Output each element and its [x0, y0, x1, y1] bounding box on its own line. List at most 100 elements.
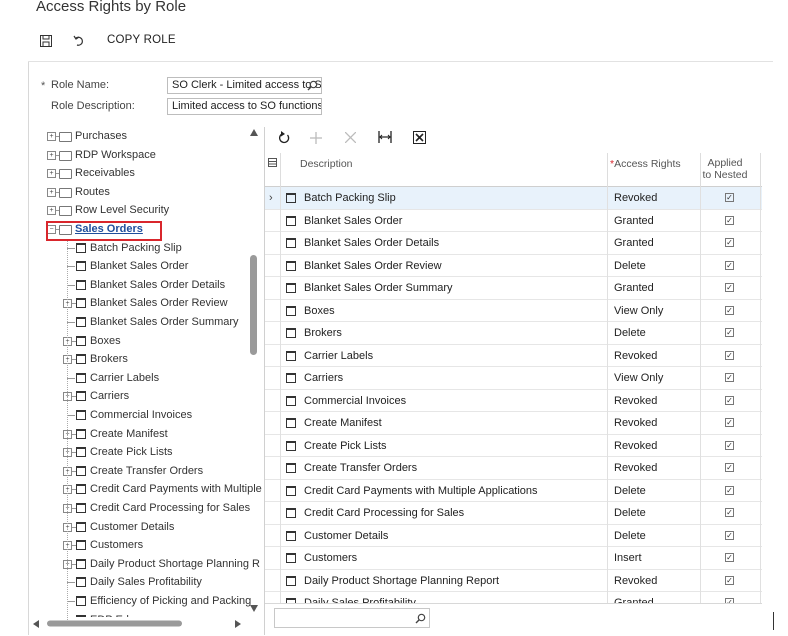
export-excel-icon[interactable]: [413, 131, 426, 144]
applied-to-nested-checkbox[interactable]: ✓: [725, 238, 734, 247]
cell-access-rights[interactable]: Revoked: [614, 390, 699, 412]
applied-to-nested-checkbox[interactable]: ✓: [725, 463, 734, 472]
applied-to-nested-checkbox[interactable]: ✓: [725, 193, 734, 202]
tree-item[interactable]: + Receivables: [29, 164, 262, 182]
cell-description[interactable]: Create Manifest: [304, 412, 604, 434]
cell-access-rights[interactable]: Granted: [614, 592, 699, 603]
tree-item[interactable]: + Row Level Security: [29, 201, 262, 219]
table-row[interactable]: Commercial Invoices Revoked ✓: [265, 390, 762, 412]
cell-access-rights[interactable]: Revoked: [614, 570, 699, 592]
tree-item[interactable]: Efficiency of Picking and Packing: [29, 592, 262, 610]
cell-access-rights[interactable]: Revoked: [614, 187, 699, 209]
undo-button[interactable]: [70, 30, 88, 52]
tree-item[interactable]: Blanket Sales Order: [29, 257, 262, 275]
tree-item[interactable]: Daily Sales Profitability: [29, 573, 262, 591]
expand-icon[interactable]: +: [47, 169, 56, 179]
table-row[interactable]: Carriers View Only ✓: [265, 367, 762, 390]
expand-icon[interactable]: +: [47, 150, 56, 160]
applied-to-nested-checkbox[interactable]: ✓: [725, 215, 734, 225]
tree-item[interactable]: + Create Transfer Orders: [29, 462, 262, 480]
delete-icon[interactable]: [345, 132, 356, 143]
cell-access-rights[interactable]: Granted: [614, 232, 699, 254]
applied-to-nested-checkbox[interactable]: ✓: [725, 508, 734, 517]
tree-item[interactable]: Blanket Sales Order Summary: [29, 313, 262, 331]
tree-item[interactable]: + Customer Details: [29, 518, 262, 536]
cell-access-rights[interactable]: Granted: [614, 210, 699, 232]
table-row[interactable]: Customer Details Delete ✓: [265, 525, 762, 547]
cell-access-rights[interactable]: Revoked: [614, 345, 699, 367]
cell-access-rights[interactable]: Delete: [614, 525, 699, 547]
save-button[interactable]: [37, 30, 55, 52]
applied-to-nested-checkbox[interactable]: ✓: [725, 418, 734, 427]
expand-icon[interactable]: +: [47, 206, 56, 216]
tree-item[interactable]: + Daily Product Shortage Planning R: [29, 555, 262, 573]
tree-item[interactable]: + Brokers: [29, 350, 262, 368]
cell-description[interactable]: Customers: [304, 547, 604, 569]
cell-description[interactable]: Blanket Sales Order Details: [304, 232, 604, 254]
applied-to-nested-checkbox[interactable]: ✓: [725, 373, 734, 382]
tree-item[interactable]: + Customers: [29, 536, 262, 554]
cell-access-rights[interactable]: Revoked: [614, 435, 699, 457]
tree-item[interactable]: + Purchases: [29, 127, 262, 145]
table-row[interactable]: Create Manifest Revoked ✓: [265, 412, 762, 435]
cell-access-rights[interactable]: View Only: [614, 300, 699, 322]
table-row[interactable]: Create Pick Lists Revoked ✓: [265, 435, 762, 457]
tree-item[interactable]: Commercial Invoices: [29, 406, 262, 424]
cell-access-rights[interactable]: Delete: [614, 255, 699, 277]
cell-access-rights[interactable]: Insert: [614, 547, 699, 569]
tree-horizontal-scrollbar[interactable]: [29, 617, 261, 631]
cell-access-rights[interactable]: Delete: [614, 322, 699, 344]
tree-item[interactable]: Batch Packing Slip: [29, 239, 262, 257]
cell-access-rights[interactable]: Revoked: [614, 457, 699, 479]
cell-description[interactable]: Create Transfer Orders: [304, 457, 604, 479]
copy-role-button[interactable]: COPY ROLE: [107, 34, 176, 46]
cell-description[interactable]: Credit Card Payments with Multiple Appli…: [304, 480, 604, 502]
column-access-rights[interactable]: *Access Rights: [610, 158, 681, 170]
tree-item[interactable]: Blanket Sales Order Details: [29, 276, 262, 294]
cell-access-rights[interactable]: Delete: [614, 480, 699, 502]
table-row[interactable]: Blanket Sales Order Summary Granted ✓: [265, 277, 762, 300]
role-name-field[interactable]: SO Clerk - Limited access to S: [167, 77, 322, 94]
tree-item[interactable]: + Routes: [29, 183, 262, 201]
applied-to-nested-checkbox[interactable]: ✓: [725, 350, 734, 360]
cell-description[interactable]: Daily Sales Profitability: [304, 592, 604, 603]
cell-description[interactable]: Credit Card Processing for Sales: [304, 502, 604, 524]
applied-to-nested-checkbox[interactable]: ✓: [725, 575, 734, 585]
table-row[interactable]: Credit Card Payments with Multiple Appli…: [265, 480, 762, 502]
search-icon[interactable]: [307, 80, 318, 91]
cell-description[interactable]: Batch Packing Slip: [304, 187, 604, 209]
table-row[interactable]: Create Transfer Orders Revoked ✓: [265, 457, 762, 480]
cell-description[interactable]: Blanket Sales Order Summary: [304, 277, 604, 299]
refresh-icon[interactable]: [278, 131, 290, 144]
tree-item[interactable]: + Carriers: [29, 387, 262, 405]
cell-access-rights[interactable]: View Only: [614, 367, 699, 389]
tree-item[interactable]: + Credit Card Processing for Sales: [29, 499, 262, 517]
expand-icon[interactable]: +: [47, 187, 56, 197]
cell-description[interactable]: Blanket Sales Order Review: [304, 255, 604, 277]
tree-item[interactable]: + RDP Workspace: [29, 146, 262, 164]
expand-icon[interactable]: +: [47, 132, 56, 141]
cell-description[interactable]: Boxes: [304, 300, 604, 322]
fit-columns-icon[interactable]: [378, 131, 392, 143]
role-description-field[interactable]: Limited access to SO functions: [167, 98, 322, 115]
table-row[interactable]: Daily Sales Profitability Granted ✓: [265, 592, 762, 603]
cell-description[interactable]: Daily Product Shortage Planning Report: [304, 570, 604, 592]
column-applied-to-nested[interactable]: Applied to Nested: [701, 157, 749, 181]
cell-access-rights[interactable]: Delete: [614, 502, 699, 524]
column-settings-icon[interactable]: [268, 158, 277, 167]
table-row[interactable]: Daily Product Shortage Planning Report Re…: [265, 570, 762, 592]
cell-description[interactable]: Carrier Labels: [304, 345, 604, 367]
cell-access-rights[interactable]: Granted: [614, 277, 699, 299]
table-row[interactable]: Boxes View Only ✓: [265, 300, 762, 322]
applied-to-nested-checkbox[interactable]: ✓: [725, 283, 734, 292]
applied-to-nested-checkbox[interactable]: ✓: [725, 440, 734, 450]
cell-access-rights[interactable]: Revoked: [614, 412, 699, 434]
cell-description[interactable]: Blanket Sales Order: [304, 210, 604, 232]
table-row[interactable]: Carrier Labels Revoked ✓: [265, 345, 762, 367]
applied-to-nested-checkbox[interactable]: ✓: [725, 305, 734, 315]
table-row[interactable]: Blanket Sales Order Details Granted ✓: [265, 232, 762, 255]
cell-description[interactable]: Commercial Invoices: [304, 390, 604, 412]
table-row[interactable]: Blanket Sales Order Review Delete ✓: [265, 255, 762, 277]
cell-description[interactable]: Carriers: [304, 367, 604, 389]
applied-to-nested-checkbox[interactable]: ✓: [725, 260, 734, 270]
